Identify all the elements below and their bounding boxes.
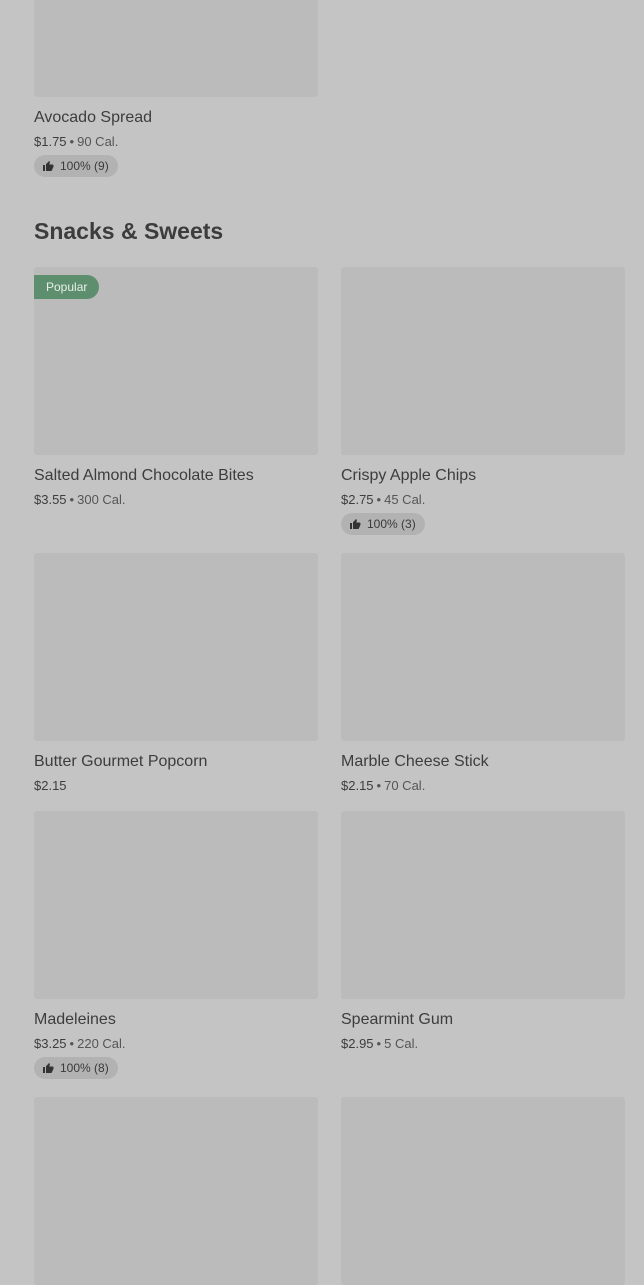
item-name: Butter Gourmet Popcorn — [34, 753, 208, 770]
item-price: $2.15 — [34, 778, 67, 793]
separator-dot: • — [376, 1036, 382, 1051]
menu-item[interactable]: Spearmint Gum $2.95 • 5 Cal. — [341, 811, 625, 1050]
item-calories: 300 Cal. — [77, 492, 126, 507]
item-name: Crispy Apple Chips — [341, 467, 477, 484]
item-calories: 45 Cal. — [384, 492, 426, 507]
menu-item-avocado-spread[interactable]: Avocado Spread $1.75 • 90 Cal. 100% (9) — [34, 0, 318, 177]
item-name: Marble Cheese Stick — [341, 753, 489, 770]
menu-item[interactable]: Popular Salted Almond Chocolate Bites $3… — [34, 267, 318, 506]
menu-item[interactable] — [341, 1097, 625, 1285]
item-image — [341, 1097, 625, 1285]
item-price: $2.75 — [341, 492, 374, 507]
item-meta: $2.95 • 5 Cal. — [341, 1037, 625, 1050]
menu-item[interactable]: Madeleines $3.25 • 220 Cal. 100% (8) — [34, 811, 318, 1079]
menu-item[interactable]: Marble Cheese Stick $2.15 • 70 Cal. — [341, 553, 625, 792]
item-price: $1.75 — [34, 134, 67, 149]
separator-dot: • — [69, 492, 75, 507]
thumbs-up-icon — [43, 161, 54, 171]
item-image: Popular — [34, 267, 318, 455]
item-calories: 220 Cal. — [77, 1036, 126, 1051]
rating-pill: 100% (3) — [341, 513, 425, 535]
item-meta: $3.25 • 220 Cal. — [34, 1037, 318, 1050]
item-price: $2.15 — [341, 778, 374, 793]
item-price: $3.25 — [34, 1036, 67, 1051]
item-image — [34, 553, 318, 741]
section-title: Snacks & Sweets — [34, 218, 224, 244]
rating-pill: 100% (8) — [34, 1057, 118, 1079]
popular-badge: Popular — [34, 275, 100, 299]
separator-dot: • — [69, 1036, 75, 1051]
item-meta: $3.55 • 300 Cal. — [34, 493, 318, 506]
rating-text: 100% (9) — [60, 159, 109, 173]
separator-dot: • — [376, 492, 382, 507]
item-image — [34, 0, 318, 97]
menu-item[interactable]: Crispy Apple Chips $2.75 • 45 Cal. 100% (3… — [341, 267, 625, 535]
item-meta: $1.75 • 90 Cal. — [34, 135, 318, 148]
item-image — [341, 553, 625, 741]
item-image — [34, 811, 318, 999]
item-meta: $2.15 — [34, 779, 318, 792]
item-name: Spearmint Gum — [341, 1011, 454, 1028]
separator-dot: • — [69, 134, 75, 149]
item-name: Avocado Spread — [34, 109, 153, 126]
item-image — [34, 1097, 318, 1285]
item-calories: 5 Cal. — [384, 1036, 419, 1051]
thumbs-up-icon — [43, 1063, 54, 1073]
item-name: Madeleines — [34, 1011, 116, 1028]
menu-item[interactable] — [34, 1097, 318, 1285]
item-name: Salted Almond Chocolate Bites — [34, 467, 254, 484]
item-meta: $2.75 • 45 Cal. — [341, 493, 625, 506]
item-price: $3.55 — [34, 492, 67, 507]
item-price: $2.95 — [341, 1036, 374, 1051]
item-calories: 90 Cal. — [77, 134, 119, 149]
rating-text: 100% (8) — [60, 1061, 109, 1075]
item-image — [341, 811, 625, 999]
separator-dot: • — [376, 778, 382, 793]
menu-item[interactable]: Butter Gourmet Popcorn $2.15 — [34, 553, 318, 792]
thumbs-up-icon — [350, 519, 361, 529]
item-calories: 70 Cal. — [384, 778, 426, 793]
rating-pill: 100% (9) — [34, 155, 118, 177]
item-image — [341, 267, 625, 455]
item-meta: $2.15 • 70 Cal. — [341, 779, 625, 792]
rating-text: 100% (3) — [367, 517, 416, 531]
